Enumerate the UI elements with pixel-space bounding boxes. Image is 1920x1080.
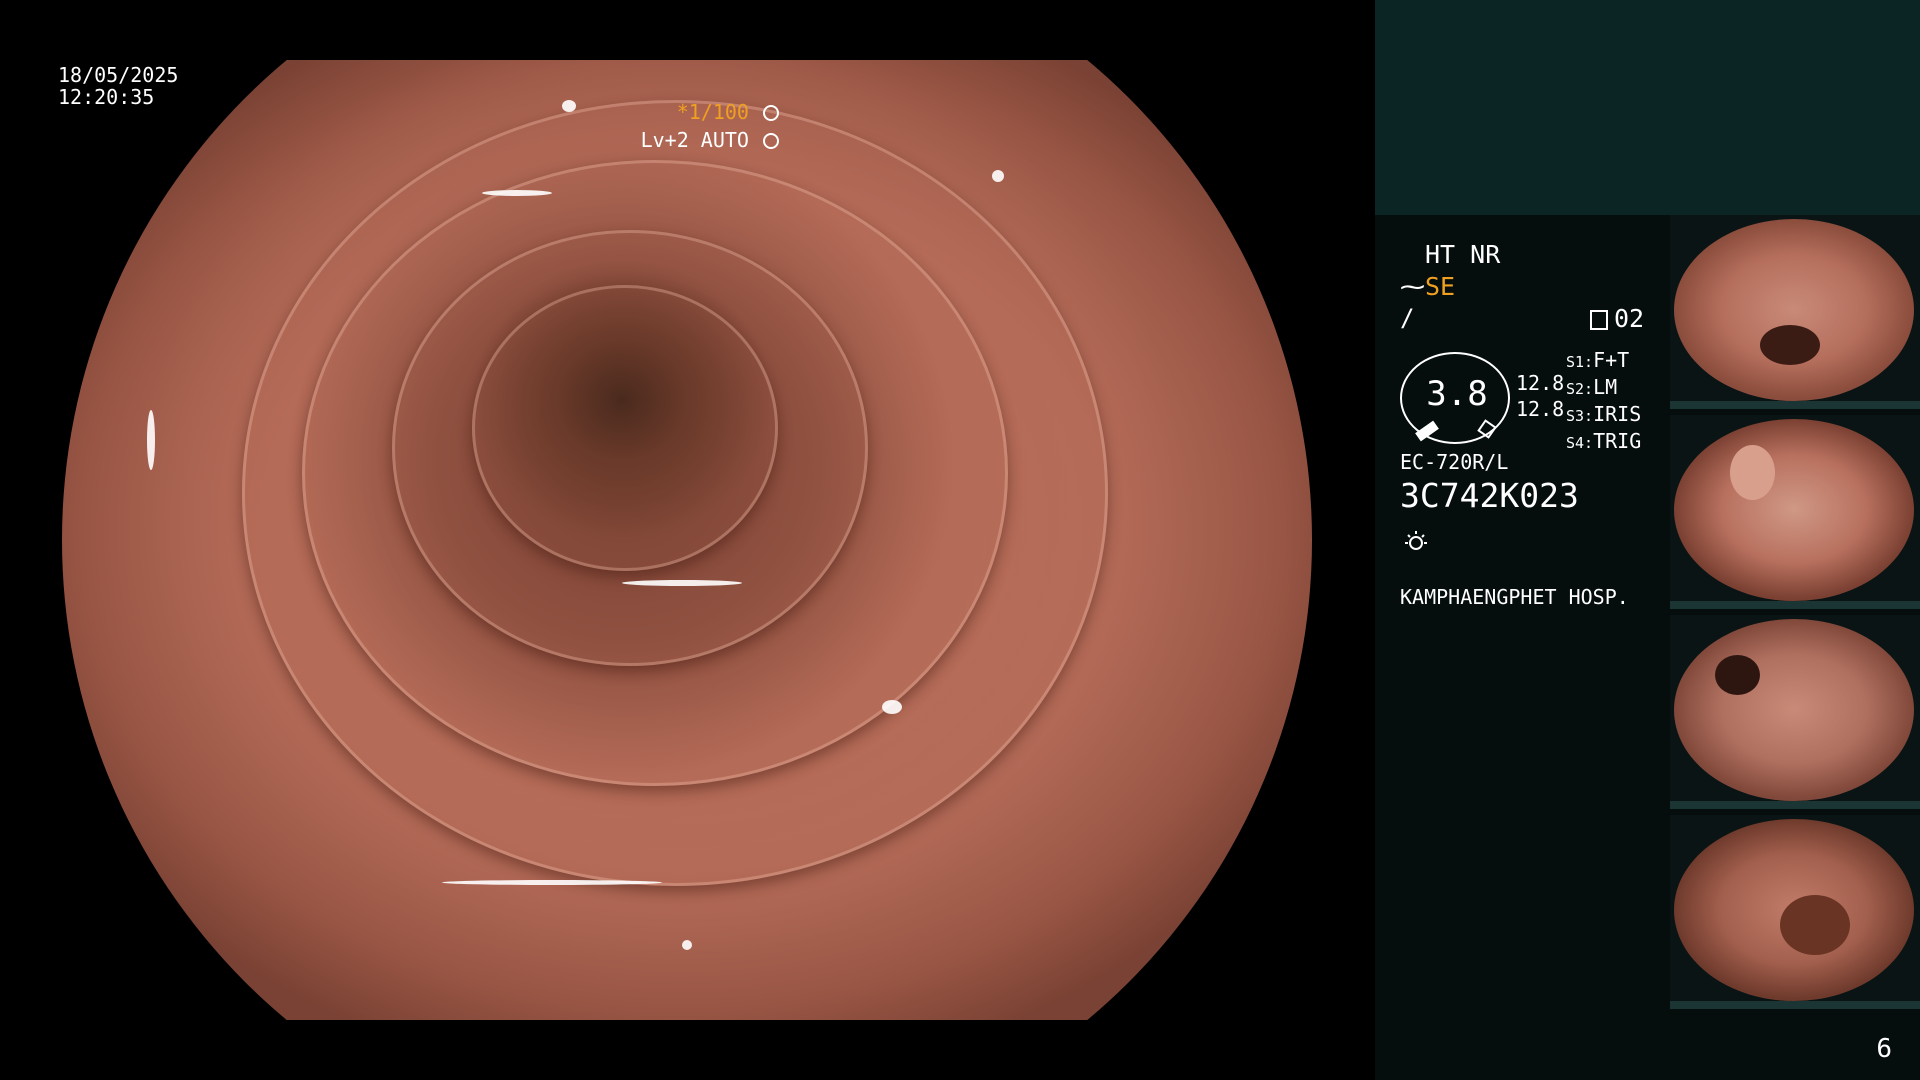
gauge-value: 3.8 <box>1426 374 1488 414</box>
thumbnail[interactable] <box>1670 415 1920 609</box>
gauge-number: 12.8 <box>1516 397 1565 421</box>
wave-icon: ∕ <box>1400 304 1415 332</box>
shutter-icon <box>763 105 779 121</box>
switch-assignments: S1:F+T S2:LM S3:IRIS S4:TRIG <box>1566 348 1641 456</box>
scope-model: EC-720R/L <box>1400 450 1509 474</box>
shutter-speed: *1/100 <box>676 100 749 124</box>
memory-label: 02 <box>1614 304 1645 333</box>
info-panel: HT NR ⁓SE ∕ 02 3.8 12.8 12.8 S1:F+T S2:L… <box>1375 0 1920 1080</box>
light-reflection <box>147 410 155 470</box>
thumbnail-footer <box>1670 401 1920 409</box>
thumbnail-lumen <box>1760 325 1820 365</box>
gauge-marker-right <box>1477 419 1497 439</box>
thumbnail-image <box>1674 219 1914 401</box>
switch-item: S1:F+T <box>1566 348 1630 372</box>
switch-item: S2:LM <box>1566 375 1618 399</box>
thumbnail-image <box>1674 419 1914 601</box>
se-label: SE <box>1425 272 1456 301</box>
thumbnail-image <box>1674 619 1914 801</box>
thumbnail[interactable] <box>1670 615 1920 809</box>
exposure-overlay: *1/100 Lv+2 AUTO <box>641 98 779 154</box>
light-reflection <box>442 880 662 885</box>
thumbnail-footer <box>1670 601 1920 609</box>
gauge-numbers: 12.8 12.8 <box>1516 370 1564 422</box>
mucosal-fold <box>472 285 778 571</box>
switch-item: S4:TRIG <box>1566 429 1642 453</box>
thumbnail-lumen <box>1780 895 1850 955</box>
gauge-marker-left <box>1415 420 1439 442</box>
thumbnail-footer <box>1670 801 1920 809</box>
thumbnail-polyp <box>1730 445 1775 500</box>
time-text: 12:20:35 <box>58 85 155 109</box>
hospital-name: KAMPHAENGPHET HOSP. <box>1400 585 1629 609</box>
light-reflection <box>622 580 742 586</box>
se-icon: ⁓ <box>1400 272 1425 301</box>
date-time-overlay: 18/05/2025 12:20:35 <box>58 64 178 108</box>
light-icon <box>1405 531 1427 550</box>
light-reflection <box>882 700 902 714</box>
se-row: ⁓SE <box>1400 272 1455 301</box>
light-reflection <box>992 170 1004 182</box>
page-number: 6 <box>1876 1034 1892 1064</box>
memory-row: 02 <box>1590 304 1644 333</box>
scope-serial: 3C742K023 <box>1400 476 1579 515</box>
thumbnail[interactable] <box>1670 815 1920 1009</box>
date-text: 18/05/2025 <box>58 63 179 87</box>
endoscopy-main-view: 18/05/2025 12:20:35 *1/100 Lv+2 AUTO <box>0 0 1375 1080</box>
memory-icon <box>1590 310 1608 330</box>
gauge-number: 12.8 <box>1516 371 1565 395</box>
brightness-gauge: 3.8 <box>1400 352 1510 444</box>
level-mode: Lv+2 AUTO <box>640 128 749 152</box>
auto-iris-icon <box>763 133 779 149</box>
thumbnail-footer <box>1670 1001 1920 1009</box>
ht-nr-label: HT NR <box>1425 240 1501 269</box>
thumbnail[interactable] <box>1670 215 1920 409</box>
light-reflection <box>562 100 576 112</box>
endoscopic-image <box>62 60 1312 1020</box>
light-reflection <box>482 190 552 196</box>
switch-item: S3:IRIS <box>1566 402 1642 426</box>
thumbnail-lumen <box>1715 655 1760 695</box>
panel-header-area <box>1375 0 1920 215</box>
light-reflection <box>682 940 692 950</box>
